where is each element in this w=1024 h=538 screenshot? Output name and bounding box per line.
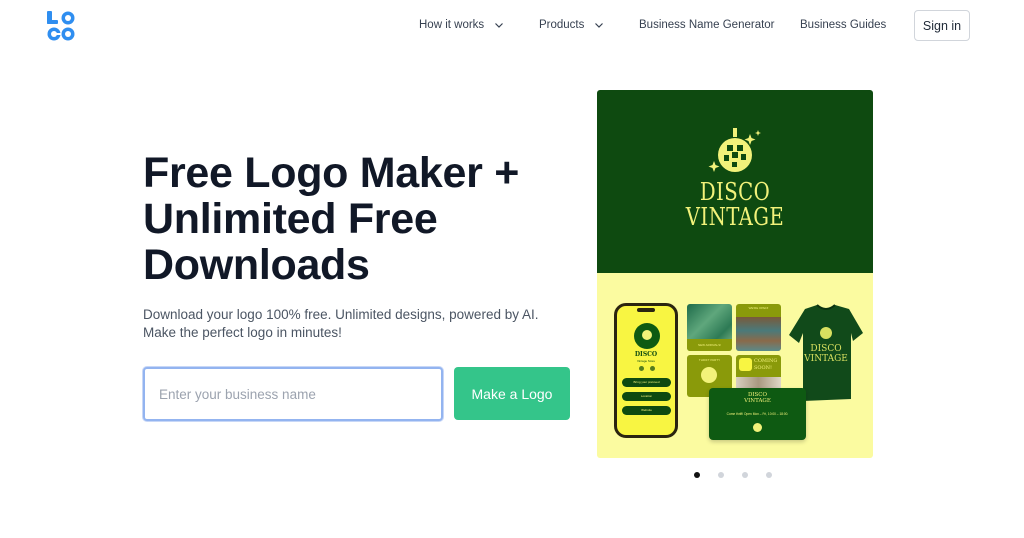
- tile-heading: THRIFT PARTY: [698, 358, 721, 362]
- nav-label: Business Name Generator: [639, 19, 775, 31]
- logo-badge-icon: [739, 358, 752, 371]
- main-nav: How it works Products Business Name Gene…: [419, 14, 914, 36]
- disco-ball-icon: [708, 128, 761, 172]
- nav-label: Business Guides: [800, 19, 887, 31]
- social-icon: [650, 366, 655, 371]
- logo-icon: [47, 11, 75, 41]
- business-name-input[interactable]: [143, 367, 443, 421]
- tile-heading: WE'RE OPEN!: [748, 306, 769, 310]
- carousel-dot[interactable]: [766, 472, 772, 478]
- logo[interactable]: [46, 10, 76, 42]
- tile-text-line: COMING: [754, 358, 778, 364]
- business-card-mockup: DISCO VINTAGE Come thrift! Open Mon – Fr…: [709, 388, 806, 440]
- nav-business-name-generator[interactable]: Business Name Generator: [639, 19, 800, 31]
- nav-how-it-works[interactable]: How it works: [419, 19, 539, 31]
- showcase-mockups-panel: DISCO Vintage Store Bring your preloved …: [597, 273, 873, 458]
- social-icon: [639, 366, 644, 371]
- phone-link-button: Website: [622, 406, 671, 415]
- hero-title: Free Logo Maker + Unlimited Free Downloa…: [143, 150, 583, 288]
- card-info: Come thrift! Open Mon – Fri, 10:00 – 18:…: [726, 412, 789, 416]
- phone-notch: [637, 308, 655, 312]
- brand-line: VINTAGE: [685, 203, 785, 231]
- phone-logo-icon: [634, 323, 660, 349]
- carousel-dots: [694, 472, 772, 478]
- nav-label: Products: [539, 19, 585, 31]
- tile-text: COMING SOON!: [754, 358, 777, 372]
- disco-ball-icon: [753, 423, 762, 432]
- carousel-dot[interactable]: [694, 472, 700, 478]
- carousel-dot[interactable]: [718, 472, 724, 478]
- phone-link-button: Bring your preloved: [622, 378, 671, 387]
- tshirt-text-line: VINTAGE: [803, 354, 848, 364]
- card-title-line: VINTAGE: [744, 398, 771, 404]
- site-header: How it works Products Business Name Gene…: [0, 0, 1024, 52]
- phone-brand-subtitle: Vintage Store: [636, 359, 656, 363]
- tshirt-text-line: DISCO: [810, 344, 841, 354]
- nav-label: How it works: [419, 19, 485, 31]
- disco-ball-icon: [701, 367, 717, 383]
- chevron-down-icon: [594, 20, 604, 30]
- logo-showcase-image: DISCO VINTAGE DISCO Vintage Store Bring …: [597, 90, 873, 458]
- hero-title-line: Downloads: [143, 241, 370, 289]
- hero-title-line: Free Logo Maker +: [143, 149, 520, 197]
- chevron-down-icon: [494, 20, 504, 30]
- phone-mockup: DISCO Vintage Store Bring your preloved …: [614, 303, 678, 438]
- social-tile-new-arrivals: NEW ARRIVALS!: [687, 304, 732, 351]
- sign-in-button[interactable]: Sign in: [914, 10, 970, 41]
- hero-subtitle: Download your logo 100% free. Unlimited …: [143, 307, 539, 340]
- phone-brand-name: DISCO: [634, 351, 658, 358]
- phone-social-icons: [639, 366, 655, 371]
- showcase-logo-panel: DISCO VINTAGE: [597, 90, 873, 273]
- showcase-brand-name: DISCO VINTAGE: [622, 180, 848, 230]
- social-tile-open: WE'RE OPEN!: [736, 304, 781, 351]
- make-a-logo-button[interactable]: Make a Logo: [454, 367, 570, 420]
- carousel-dot[interactable]: [742, 472, 748, 478]
- tile-text-line: SOON!: [754, 365, 773, 371]
- hero-title-line: Unlimited Free: [143, 195, 438, 243]
- card-title: DISCO VINTAGE: [709, 392, 806, 404]
- phone-link-button: Location: [622, 392, 671, 401]
- tile-caption: NEW ARRIVALS!: [687, 339, 732, 351]
- nav-products[interactable]: Products: [539, 19, 639, 31]
- nav-business-guides[interactable]: Business Guides: [800, 19, 914, 31]
- brand-line: DISCO: [699, 178, 771, 206]
- tile-photo: [736, 317, 781, 351]
